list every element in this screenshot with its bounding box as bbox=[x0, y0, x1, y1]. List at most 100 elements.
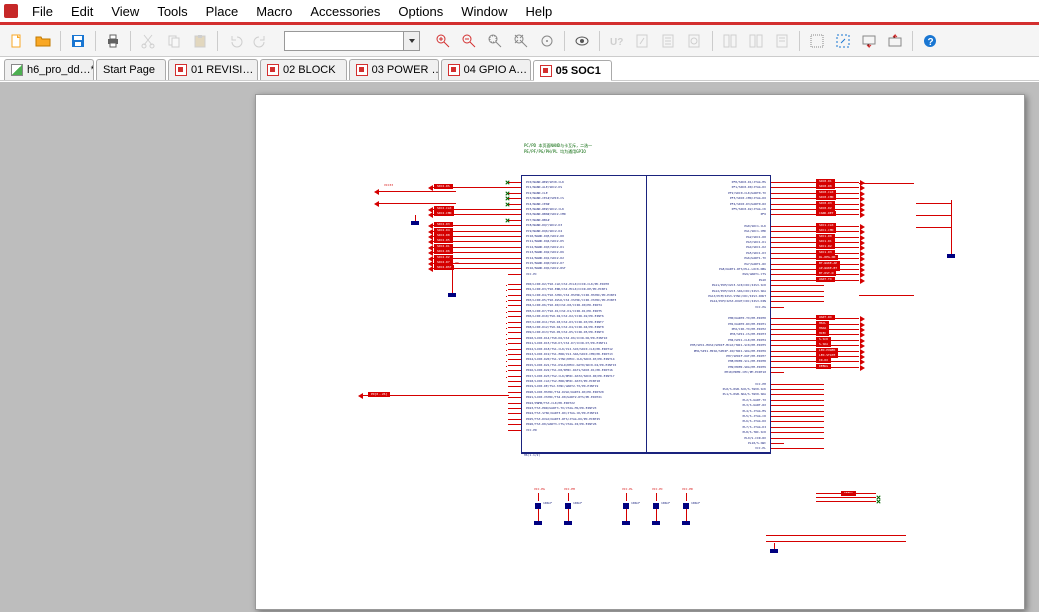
net-label[interactable]: SDC2-D0 bbox=[434, 233, 453, 238]
offpage-connector[interactable] bbox=[428, 212, 433, 218]
tab-05-soc1[interactable]: 05 SOC1 bbox=[533, 60, 612, 81]
menu-tools[interactable]: Tools bbox=[149, 2, 195, 21]
combo-dropdown-icon[interactable] bbox=[404, 31, 420, 51]
offpage-connector[interactable] bbox=[428, 266, 433, 272]
offpage-connector[interactable] bbox=[374, 189, 379, 195]
menu-file[interactable]: File bbox=[24, 2, 61, 21]
new-file-icon[interactable] bbox=[6, 30, 28, 52]
net-label[interactable]: SDC1-D0 bbox=[816, 234, 835, 239]
capacitor[interactable] bbox=[653, 499, 659, 509]
net-label[interactable]: HSDA bbox=[816, 326, 829, 331]
net-label[interactable]: SDC0-D0 bbox=[816, 184, 835, 189]
menu-place[interactable]: Place bbox=[198, 2, 247, 21]
menu-window[interactable]: Window bbox=[453, 2, 515, 21]
print-icon[interactable] bbox=[102, 30, 124, 52]
net-label[interactable]: S-SDA bbox=[816, 342, 831, 347]
net-label[interactable]: BT-RST-N bbox=[816, 271, 836, 276]
drc-icon[interactable] bbox=[658, 30, 680, 52]
offpage-connector[interactable] bbox=[860, 278, 865, 284]
part-combo-input[interactable] bbox=[284, 31, 404, 51]
capacitor[interactable] bbox=[535, 499, 541, 509]
net-label[interactable]: IR-RX bbox=[816, 358, 831, 363]
visibility-icon[interactable] bbox=[571, 30, 593, 52]
menu-view[interactable]: View bbox=[103, 2, 147, 21]
net-label[interactable]: SDC1-CMD bbox=[816, 228, 836, 233]
prev-part-icon[interactable] bbox=[719, 30, 741, 52]
copy-icon[interactable] bbox=[163, 30, 185, 52]
net-label[interactable]: SDC0-CLK bbox=[816, 190, 836, 195]
snap-grid-icon[interactable] bbox=[806, 30, 828, 52]
undo-icon[interactable] bbox=[224, 30, 246, 52]
capacitor[interactable] bbox=[683, 499, 689, 509]
tab-02-block[interactable]: 02 BLOCK bbox=[260, 59, 347, 80]
offpage-connector[interactable] bbox=[374, 201, 379, 207]
capacitor[interactable] bbox=[623, 499, 629, 509]
net-label[interactable]: CARD-DET bbox=[816, 211, 836, 216]
menu-edit[interactable]: Edit bbox=[63, 2, 101, 21]
net-label[interactable]: S-SCK bbox=[816, 337, 831, 342]
net-label[interactable]: SDC2-DS bbox=[434, 184, 453, 189]
paste-icon[interactable] bbox=[189, 30, 211, 52]
zoom-selection-icon[interactable] bbox=[536, 30, 558, 52]
redo-icon[interactable] bbox=[250, 30, 272, 52]
offpage-connector[interactable] bbox=[860, 212, 865, 218]
net-label[interactable]: SDC2-CLK bbox=[434, 206, 454, 211]
zoom-fit-icon[interactable] bbox=[510, 30, 532, 52]
net-label[interactable]: SDC0-D3 bbox=[816, 201, 835, 206]
part-combo[interactable] bbox=[284, 31, 420, 51]
bom-icon[interactable] bbox=[771, 30, 793, 52]
net-label[interactable]: HCEC bbox=[816, 331, 829, 336]
net-label[interactable]: SDC2-D3 bbox=[434, 222, 453, 227]
net-label[interactable]: SDC2-D6 bbox=[434, 249, 453, 254]
zoom-out-icon[interactable] bbox=[458, 30, 480, 52]
offpage-connector[interactable] bbox=[860, 365, 865, 371]
net-label[interactable]: SDC0-CMD bbox=[816, 195, 836, 200]
menu-help[interactable]: Help bbox=[517, 2, 560, 21]
help-icon[interactable]: ? bbox=[919, 30, 941, 52]
zoom-in-icon[interactable] bbox=[432, 30, 454, 52]
net-label[interactable]: SDC1-D3 bbox=[816, 250, 835, 255]
net-label[interactable]: UART-RX bbox=[816, 315, 835, 320]
net-label[interactable]: SDC2-D5 bbox=[434, 238, 453, 243]
descend-icon[interactable] bbox=[858, 30, 880, 52]
schematic-sheet[interactable]: PC/PD 本页面NAND与卡互斥，二选一 PE/PF/PG/PH/PL 均为通… bbox=[255, 94, 1025, 610]
netlist-icon[interactable] bbox=[684, 30, 706, 52]
tab-01-revision[interactable]: 01 REVISI… bbox=[168, 59, 258, 80]
next-part-icon[interactable] bbox=[745, 30, 767, 52]
net-label[interactable]: SDC1-CLK bbox=[816, 223, 836, 228]
bus-label[interactable]: PD[0..26] bbox=[368, 392, 390, 397]
net-label[interactable]: SDC1-D2 bbox=[816, 244, 835, 249]
menu-options[interactable]: Options bbox=[390, 2, 451, 21]
save-icon[interactable] bbox=[67, 30, 89, 52]
tab-start-page[interactable]: Start Page bbox=[96, 59, 166, 80]
net-label[interactable]: HSCL bbox=[816, 321, 829, 326]
cut-icon[interactable] bbox=[137, 30, 159, 52]
net-label[interactable]: UART-TX bbox=[816, 277, 835, 282]
net-label[interactable]: SDC0-D1 bbox=[816, 179, 835, 184]
menu-accessories[interactable]: Accessories bbox=[302, 2, 388, 21]
net-label[interactable]: SDC2-CMD bbox=[434, 211, 454, 216]
back-annotate-icon[interactable] bbox=[632, 30, 654, 52]
menu-macro[interactable]: Macro bbox=[248, 2, 300, 21]
capacitor[interactable] bbox=[565, 499, 571, 509]
net-label[interactable]: SDC2-D4 bbox=[434, 228, 453, 233]
open-folder-icon[interactable] bbox=[32, 30, 54, 52]
net-label[interactable]: BT-WAKE-AP bbox=[816, 261, 840, 266]
select-area-icon[interactable] bbox=[832, 30, 854, 52]
tab-project[interactable]: h6_pro_dd…* bbox=[4, 59, 94, 80]
zoom-area-icon[interactable] bbox=[484, 30, 506, 52]
ascend-icon[interactable] bbox=[884, 30, 906, 52]
net-label[interactable]: LED-POWER bbox=[816, 348, 838, 353]
net-label[interactable]: SDC0-D2 bbox=[816, 206, 835, 211]
net-label[interactable]: WL-REG-ON bbox=[816, 255, 838, 260]
net-label[interactable]: SDC2-D2 bbox=[434, 255, 453, 260]
tab-04-gpio[interactable]: 04 GPIO A… bbox=[441, 59, 531, 80]
net-label[interactable]: SDC1-D1 bbox=[816, 239, 835, 244]
net-label[interactable]: AP-WAKE-BT bbox=[816, 266, 840, 271]
net-label[interactable]: SDC2-D1 bbox=[434, 244, 453, 249]
tab-03-power[interactable]: 03 POWER … bbox=[349, 59, 439, 80]
offpage-connector[interactable] bbox=[358, 393, 363, 399]
schematic-canvas[interactable]: PC/PD 本页面NAND与卡互斥，二选一 PE/PF/PG/PH/PL 均为通… bbox=[0, 82, 1039, 612]
net-label[interactable]: LED-STATE bbox=[816, 353, 838, 358]
annotate-icon[interactable]: U? bbox=[606, 30, 628, 52]
